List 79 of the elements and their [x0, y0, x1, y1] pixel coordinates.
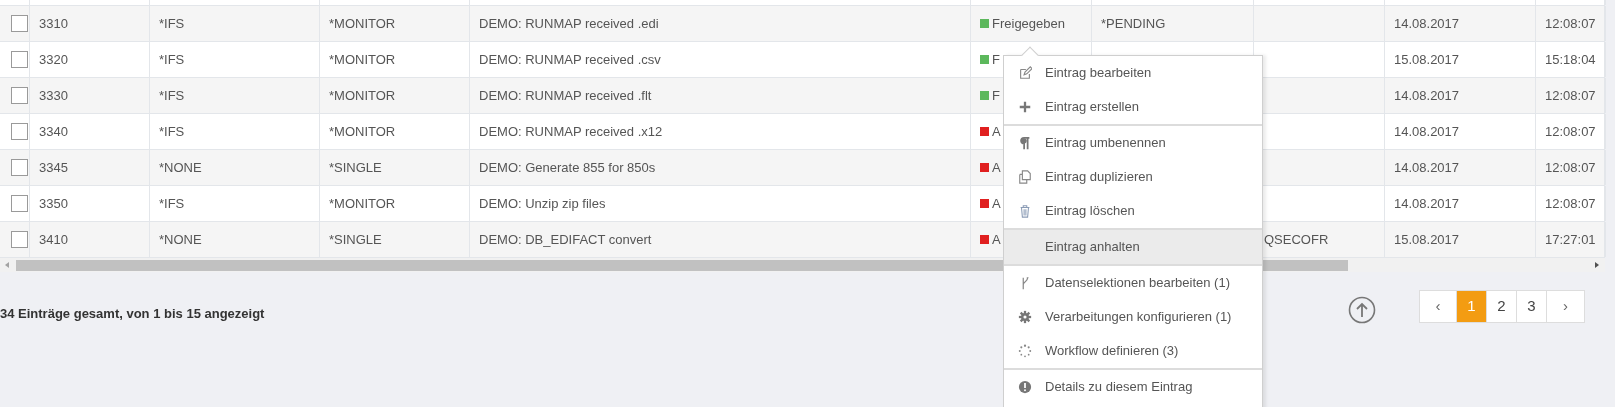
menu-item[interactable]: Details zu diesem Eintrag [1004, 370, 1262, 404]
entries-summary: 34 Einträge gesamt, von 1 bis 15 angezeigt [0, 305, 265, 323]
table-cell-text: 3350 [39, 194, 68, 213]
status-label: A [992, 230, 1001, 249]
table-cell-text: 14.08.2017 [1394, 14, 1460, 33]
menu-item[interactable]: Workflow definieren (3) [1004, 334, 1262, 368]
menu-item[interactable]: Eintrag bearbeiten [1004, 56, 1262, 90]
trash-icon [1018, 204, 1032, 218]
row-checkbox[interactable] [10, 51, 28, 68]
row-checkbox[interactable] [10, 231, 28, 248]
table-cell-text: *MONITOR [329, 122, 396, 141]
scroll-to-top-icon[interactable] [1348, 296, 1376, 324]
table-cell-text: 12:08:07 [1545, 86, 1596, 105]
plus-icon [1018, 100, 1032, 114]
table-cell-text: DEMO: Unzip zip files [479, 194, 606, 213]
table-cell-text: 14.08.2017 [1394, 86, 1460, 105]
table-cell-text: *SINGLE [329, 230, 382, 249]
table-cell-text: DEMO: RUNMAP received .x12 [479, 122, 663, 141]
gear-icon [1018, 310, 1032, 324]
menu-item[interactable]: Eintrag erstellen [1004, 90, 1262, 124]
loading-icon [1018, 344, 1032, 358]
table-cell-text: 17:27:01 [1545, 230, 1596, 249]
table-cell-text: *IFS [159, 86, 185, 105]
edit-icon [1018, 66, 1032, 80]
status-label: Freigegeben [992, 14, 1065, 33]
duplicate-icon [1018, 170, 1032, 184]
table-cell-text: *IFS [159, 122, 185, 141]
table-cell-text: DEMO: DB_EDIFACT convert [479, 230, 652, 249]
table-cell-text: 3410 [39, 230, 68, 249]
table-cell-text: *IFS [159, 14, 185, 33]
alert-icon [1018, 380, 1032, 394]
status-label: A [992, 122, 1001, 141]
row-checkbox[interactable] [10, 195, 28, 212]
table-cell-text: *MONITOR [329, 14, 396, 33]
table-cell-text: DEMO: Generate 855 for 850s [479, 158, 656, 177]
row-checkbox[interactable] [10, 15, 28, 32]
row-checkbox[interactable] [10, 159, 28, 176]
table-cell-text: DEMO: RUNMAP received .flt [479, 86, 652, 105]
table-cell-text: 3340 [39, 122, 68, 141]
menu-item[interactable]: Eintrag duplizieren [1004, 160, 1262, 194]
status-label: F [992, 86, 1000, 105]
status-label: A [992, 158, 1001, 177]
table-cell-text: QSECOFR [1264, 230, 1329, 249]
table-cell-text: 14.08.2017 [1394, 194, 1460, 213]
table-cell-text: 12:08:07 [1545, 14, 1596, 33]
menu-item[interactable]: Eintrag umbenennen [1004, 126, 1262, 160]
pilcrow-icon [1018, 136, 1032, 150]
table-cell-text: *MONITOR [329, 50, 396, 69]
table-cell-text: 14.08.2017 [1394, 122, 1460, 141]
table-cell-text: DEMO: RUNMAP received .csv [479, 50, 661, 69]
table-cell-text: *SINGLE [329, 158, 382, 177]
table-cell-text: *IFS [159, 194, 185, 213]
table-cell-text: 15.08.2017 [1394, 230, 1460, 249]
menu-item[interactable]: Eintrag anhalten [1004, 230, 1262, 264]
next-page-button[interactable]: › [1547, 291, 1584, 322]
menu-item[interactable]: Datenselektionen bearbeiten (1) [1004, 266, 1262, 300]
status-label: F [992, 50, 1000, 69]
table-cell-text: 12:08:07 [1545, 194, 1596, 213]
table-cell-text: *NONE [159, 158, 202, 177]
table-cell-text: *IFS [159, 50, 185, 69]
table-cell-text: *NONE [159, 230, 202, 249]
table-cell-text: DEMO: RUNMAP received .edi [479, 14, 659, 33]
table-cell-text: *PENDING [1101, 14, 1166, 33]
table-cell-text: *MONITOR [329, 194, 396, 213]
table-cell-text: 3330 [39, 86, 68, 105]
row-checkbox[interactable] [10, 123, 28, 140]
menu-item[interactable]: Eintrag löschen [1004, 194, 1262, 228]
table-cell-text: *MONITOR [329, 86, 396, 105]
menu-item[interactable]: Verarbeitungen konfigurieren (1) [1004, 300, 1262, 334]
table-cell-text: 3320 [39, 50, 68, 69]
table-cell-text: 12:08:07 [1545, 122, 1596, 141]
table-cell-text: 3310 [39, 14, 68, 33]
table-cell-text: 14.08.2017 [1394, 158, 1460, 177]
status-label: A [992, 194, 1001, 213]
table-cell-text: 3345 [39, 158, 68, 177]
row-checkbox[interactable] [10, 87, 28, 104]
table-cell-text: 12:08:07 [1545, 158, 1596, 177]
table-cell-text: 15:18:04 [1545, 50, 1596, 69]
table-cell-text: 15.08.2017 [1394, 50, 1460, 69]
